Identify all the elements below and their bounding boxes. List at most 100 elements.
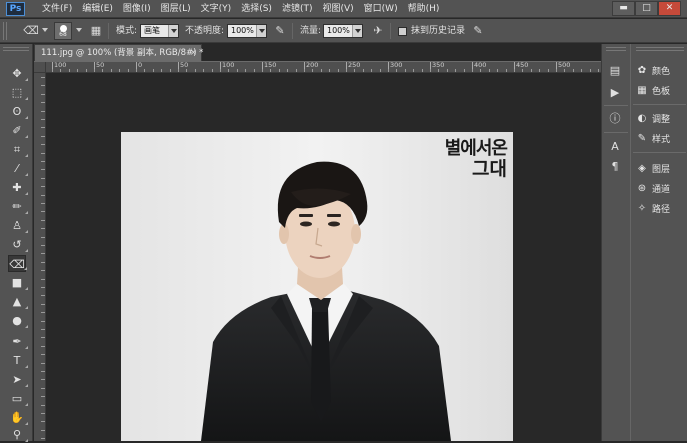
mode-select[interactable]: 画笔	[140, 24, 179, 38]
shape-icon[interactable]: ▭	[8, 390, 28, 407]
panel-swatches-label: 色板	[652, 87, 671, 97]
marquee-icon[interactable]: ⬚	[8, 84, 28, 101]
panel-adjustments[interactable]: ◐ 调整	[635, 110, 687, 127]
brush-panel-icon[interactable]: ▦	[88, 23, 104, 39]
ruler-tick	[41, 371, 45, 372]
panel-paths[interactable]: ✧ 路径	[635, 200, 687, 217]
ruler-tick	[556, 69, 557, 72]
character-panel-icon[interactable]: A	[605, 138, 625, 156]
menu-view[interactable]: 视图(V)	[317, 0, 358, 18]
document-tab[interactable]: 111.jpg @ 100% (背景 副本, RGB/8#) * ×	[34, 44, 203, 61]
tablet-pressure-size-icon[interactable]: ✎	[470, 23, 486, 39]
ruler-tick	[41, 245, 45, 246]
ruler-tick	[41, 261, 45, 263]
ruler-tick	[396, 69, 398, 72]
eyedropper-icon[interactable]: ⁄	[8, 160, 28, 177]
ruler-tick	[41, 110, 45, 112]
ruler-tick	[41, 278, 45, 280]
brush-preset-picker[interactable]: 68	[54, 22, 72, 40]
menu-file[interactable]: 文件(F)	[37, 0, 77, 18]
dodge-icon[interactable]: ●	[8, 312, 28, 329]
menu-select[interactable]: 选择(S)	[236, 0, 277, 18]
opacity-value: 100%	[231, 26, 254, 35]
divider	[633, 104, 686, 105]
maximize-button[interactable]: □	[635, 1, 658, 16]
eraser-icon[interactable]: ⌫	[8, 255, 27, 272]
ruler-tick	[41, 228, 45, 230]
panel-styles[interactable]: ✎ 样式	[635, 130, 687, 147]
menu-type[interactable]: 文字(Y)	[196, 0, 237, 18]
chevron-down-icon[interactable]	[76, 28, 82, 32]
ruler-tick	[589, 69, 591, 72]
panel-swatches[interactable]: ▦ 色板	[635, 82, 687, 99]
menu-layer[interactable]: 图层(L)	[156, 0, 196, 18]
ruler-tick	[127, 69, 129, 72]
menu-edit[interactable]: 编辑(E)	[77, 0, 118, 18]
vertical-ruler[interactable]	[34, 73, 46, 441]
gradient-icon[interactable]: ■	[8, 274, 28, 291]
history-brush-icon[interactable]: ↺	[8, 236, 28, 253]
flow-label: 流量:	[300, 26, 322, 36]
stamp-icon[interactable]: ♙	[8, 217, 28, 234]
toolbox-grip[interactable]	[3, 47, 29, 51]
ruler-tick	[41, 413, 45, 414]
path-select-icon[interactable]: ➤	[8, 371, 28, 388]
crop-icon[interactable]: ⌗	[8, 141, 28, 158]
panel-color[interactable]: ✿ 颜色	[635, 62, 687, 79]
horizontal-ruler[interactable]: 100 50 0 50 100 150 200 250 300 350 400 …	[46, 62, 601, 73]
ruler-tick	[41, 194, 45, 196]
opacity-field[interactable]: 100%	[227, 24, 267, 38]
ruler-tick	[329, 69, 331, 72]
move-icon[interactable]: ✥	[8, 65, 28, 82]
panel-channels[interactable]: ⊛ 通道	[635, 180, 687, 197]
window-controls: ▬ □ ✕	[612, 1, 681, 16]
ruler-tick	[497, 69, 499, 72]
dock-grip[interactable]	[636, 47, 684, 51]
flow-field[interactable]: 100%	[323, 24, 363, 38]
menu-image[interactable]: 图像(I)	[118, 0, 156, 18]
pen-icon[interactable]: ✒	[8, 333, 28, 350]
adjustments-icon: ◐	[637, 112, 647, 124]
ruler-tick	[41, 219, 45, 221]
menu-help[interactable]: 帮助(H)	[403, 0, 445, 18]
lasso-icon[interactable]: ʘ	[8, 103, 28, 120]
ruler-tick	[41, 144, 45, 146]
ruler-tick	[547, 69, 549, 72]
divider	[604, 132, 628, 133]
styles-icon: ✎	[637, 132, 647, 144]
canvas-image[interactable]: 별에서온 그대	[121, 132, 513, 441]
dock-grip[interactable]	[606, 47, 626, 51]
erase-to-history-checkbox[interactable]	[398, 27, 407, 36]
tablet-pressure-opacity-icon[interactable]: ✎	[272, 23, 288, 39]
hand-icon[interactable]: ✋	[8, 409, 28, 426]
quick-select-icon[interactable]: ✐	[8, 122, 28, 139]
close-button[interactable]: ✕	[658, 1, 681, 16]
ruler-tick	[41, 345, 45, 347]
actions-panel-icon[interactable]: ▶	[605, 84, 625, 102]
menu-filter[interactable]: 滤镜(T)	[277, 0, 318, 18]
close-icon[interactable]: ×	[190, 45, 197, 61]
zoom-icon[interactable]: ⚲	[8, 426, 28, 443]
menu-window[interactable]: 窗口(W)	[359, 0, 403, 18]
paths-icon: ✧	[637, 202, 647, 214]
divider	[633, 152, 686, 153]
blur-icon[interactable]: ▲	[8, 293, 28, 310]
ruler-tick	[52, 69, 53, 72]
healing-icon[interactable]: ✚	[8, 179, 28, 196]
minimize-button[interactable]: ▬	[612, 1, 635, 16]
paragraph-panel-icon[interactable]: ¶	[605, 158, 625, 176]
chevron-down-icon[interactable]	[42, 28, 48, 32]
ruler-tick	[488, 69, 490, 72]
panel-layers[interactable]: ◈ 图层	[635, 160, 687, 177]
ruler-origin[interactable]	[34, 62, 46, 73]
airbrush-icon[interactable]: ✈	[370, 23, 386, 39]
brush-icon[interactable]: ✏	[8, 198, 28, 215]
type-icon[interactable]: T	[8, 352, 28, 369]
color-icon: ✿	[637, 64, 647, 76]
chevron-down-icon	[256, 25, 266, 37]
ruler-label: 150	[262, 62, 276, 72]
eraser-icon[interactable]: ⌫	[22, 23, 40, 39]
ruler-tick	[186, 69, 188, 72]
info-panel-icon[interactable]: ⓘ	[605, 110, 625, 128]
history-panel-icon[interactable]: ▤	[605, 62, 625, 80]
